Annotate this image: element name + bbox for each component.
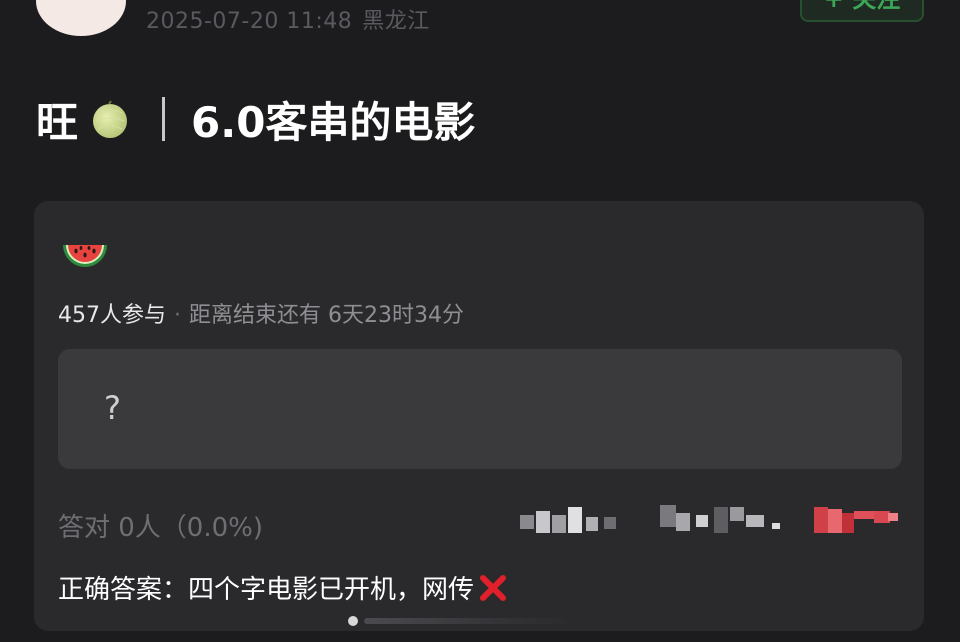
- stats-separator: ·: [174, 303, 181, 328]
- cross-mark-icon: [478, 573, 508, 603]
- participant-avatars-blurred: [520, 503, 900, 543]
- option-label: ?: [104, 389, 121, 427]
- page-indicator-bar: [364, 618, 574, 624]
- correct-answer: 正确答案：四个字电影已开机，网传: [58, 569, 508, 606]
- follow-button[interactable]: + 关注: [800, 0, 924, 22]
- avatar[interactable]: [36, 0, 126, 36]
- quiz-card: 457人参与 · 距离结束还有 6天23时34分 ? 答对 0人（0.0%) 正…: [34, 201, 924, 631]
- post-location: 黑龙江: [362, 9, 430, 34]
- watermelon-icon: [60, 235, 110, 275]
- quiz-option[interactable]: ?: [58, 349, 902, 469]
- page-indicator-dot: [348, 616, 358, 626]
- participant-count: 457人参与: [58, 303, 166, 328]
- title-text: 6.0客串的电影: [191, 97, 476, 147]
- title-prefix: 旺: [36, 97, 79, 147]
- answer-text: 正确答案：四个字电影已开机，网传: [58, 575, 475, 605]
- melon-icon: [90, 99, 130, 139]
- page-indicator: [348, 614, 588, 628]
- title-separator: [162, 97, 166, 141]
- post-timestamp: 2025-07-20 11:48: [146, 9, 353, 34]
- countdown-text: 距离结束还有 6天23时34分: [189, 303, 464, 328]
- post-page: 2025-07-20 11:48 黑龙江 + 关注 旺 6.0客串的电影: [0, 0, 960, 642]
- post-meta: 2025-07-20 11:48 黑龙江: [146, 3, 430, 35]
- post-title: 旺 6.0客串的电影: [36, 88, 475, 150]
- quiz-stats: 457人参与 · 距离结束还有 6天23时34分: [58, 297, 464, 329]
- correct-count: 答对 0人（0.0%): [58, 513, 264, 543]
